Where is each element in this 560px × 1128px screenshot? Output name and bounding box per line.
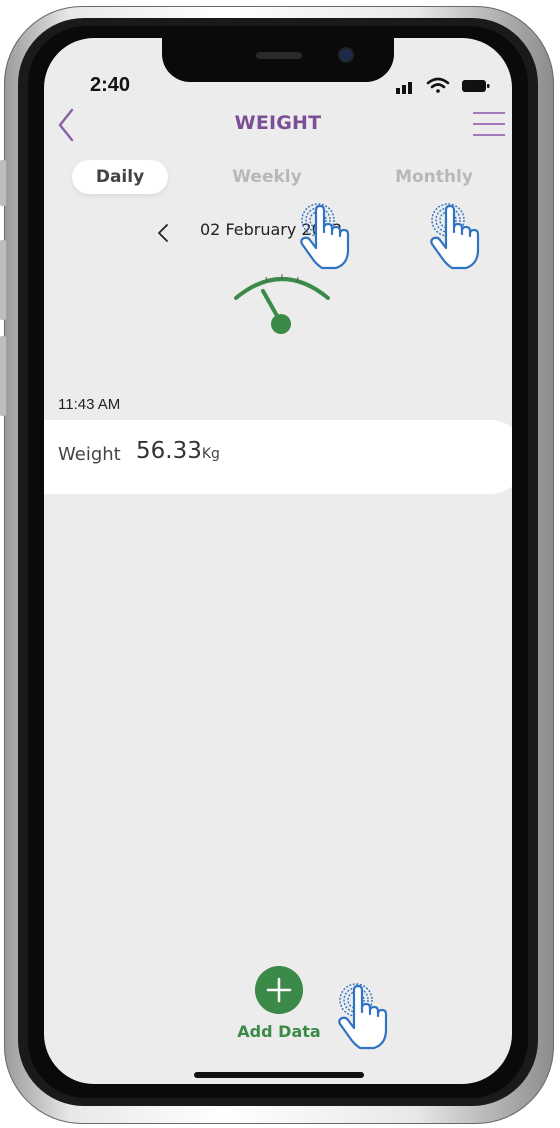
menu-icon[interactable]	[472, 110, 506, 138]
record-label: Weight	[58, 444, 121, 465]
camera	[340, 49, 352, 61]
speaker	[256, 52, 302, 59]
chevron-left-icon[interactable]	[156, 222, 170, 244]
tab-daily[interactable]: Daily	[72, 160, 168, 194]
page-title: WEIGHT	[234, 112, 322, 134]
record-value-group: 56.33Kg	[136, 438, 220, 464]
notch	[162, 38, 394, 82]
side-button	[0, 160, 6, 206]
status-time: 2:40	[90, 74, 131, 96]
record-time: 11:43 AM	[58, 396, 121, 413]
record-unit: Kg	[201, 446, 220, 462]
record-value: 56.33	[136, 438, 202, 464]
add-data-button[interactable]	[255, 966, 303, 1014]
status-icons	[396, 77, 490, 94]
wifi-icon	[426, 77, 450, 93]
add-data-label[interactable]: Add Data	[224, 1022, 334, 1041]
tab-monthly[interactable]: Monthly	[374, 160, 494, 194]
weight-record-card[interactable]: Weight 56.33Kg	[44, 420, 512, 494]
home-indicator	[194, 1072, 364, 1078]
app-screen: 2:40 WEIGHT Daily Weekly Monthly 02 Febr…	[44, 38, 512, 1084]
signal-icon	[396, 82, 412, 94]
side-button	[0, 240, 6, 320]
tap-hand-icon	[338, 983, 388, 1050]
battery-icon	[462, 80, 490, 92]
tap-hand-icon	[430, 203, 480, 270]
tap-hand-icon	[300, 203, 350, 270]
tab-weekly[interactable]: Weekly	[212, 160, 322, 194]
side-button	[0, 336, 6, 416]
